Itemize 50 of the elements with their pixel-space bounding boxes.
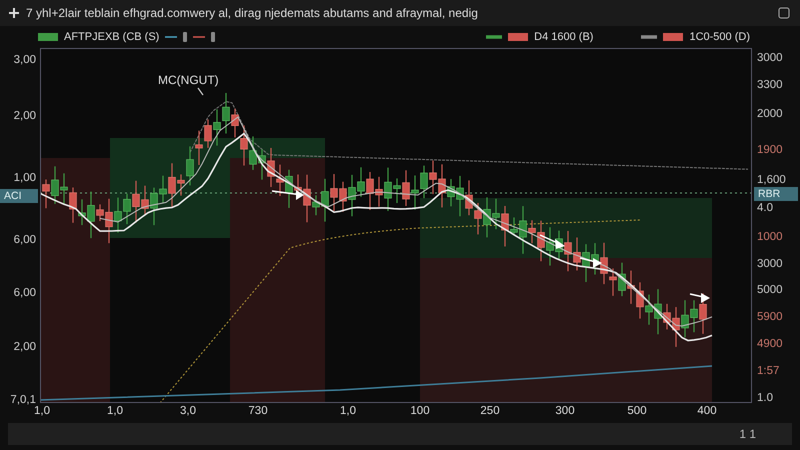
axis-label: 1.0 [757, 392, 773, 404]
axis-label: 2,00 [14, 110, 36, 122]
axis-label: 300 [555, 405, 575, 417]
axis-label: 1,0 [340, 405, 356, 417]
axis-label: 5000 [757, 284, 783, 296]
axis-label: 250 [480, 405, 500, 417]
arrow-icon [272, 190, 304, 200]
axis-label: 3,00 [14, 54, 36, 66]
axis-label: 1,0 [107, 405, 123, 417]
legend-label: AFTPJEXB (CB (S) [64, 31, 160, 43]
annotation-label: MC(NGUT) [158, 73, 219, 87]
axis-label: 1,600 [757, 174, 786, 186]
axis-label: 500 [627, 405, 647, 417]
axis-label: 6,00 [14, 234, 36, 246]
line-swatch-icon [486, 34, 502, 40]
axis-label: 3300 [757, 79, 783, 91]
line-icon [165, 35, 178, 39]
maximize-icon[interactable] [778, 7, 790, 19]
handle-icon[interactable] [211, 32, 216, 42]
line-swatch-icon [641, 34, 658, 40]
axis-label: 730 [248, 405, 268, 417]
price-tag: ACI [0, 189, 38, 203]
arrow-icon [540, 234, 565, 249]
price-tag: RBR [754, 187, 798, 201]
axis-label: 3000 [757, 52, 783, 64]
line-icon [193, 35, 206, 39]
axis-label: 1000 [757, 231, 783, 243]
axis-label: 6,00 [14, 287, 36, 299]
axis-label: 1900 [757, 144, 783, 156]
status-text: 1 1 [739, 427, 756, 441]
axis-label: 4.0 [757, 202, 773, 214]
axis-label: 2,00 [14, 341, 36, 353]
axis-label: 1,00 [14, 172, 36, 184]
axis-label: 3,0 [180, 405, 196, 417]
axis-label: 7,0,1 [10, 394, 36, 406]
axis-label: 100 [410, 405, 430, 417]
legend-label: 1C0-500 (D) [689, 31, 750, 43]
axis-label: 1:57 [757, 365, 780, 377]
axis-label: 1,0 [34, 405, 50, 417]
handle-icon[interactable] [183, 32, 188, 42]
arrow-icon [580, 257, 602, 268]
plus-icon[interactable] [8, 7, 20, 19]
axis-label: 3000 [757, 258, 783, 270]
axis-label: 5900 [757, 311, 783, 323]
window-title: 7 yhl+2lair teblain efhgrad.comwery al, dirag njedemats abutams and afraymal, nedig [26, 6, 479, 20]
axis-label: 2000 [757, 108, 783, 120]
axis-label: 4900 [757, 338, 783, 350]
arrow-icon [690, 293, 710, 303]
axis-label: 400 [697, 405, 717, 417]
legend-label: D4 1600 (B) [534, 31, 594, 43]
